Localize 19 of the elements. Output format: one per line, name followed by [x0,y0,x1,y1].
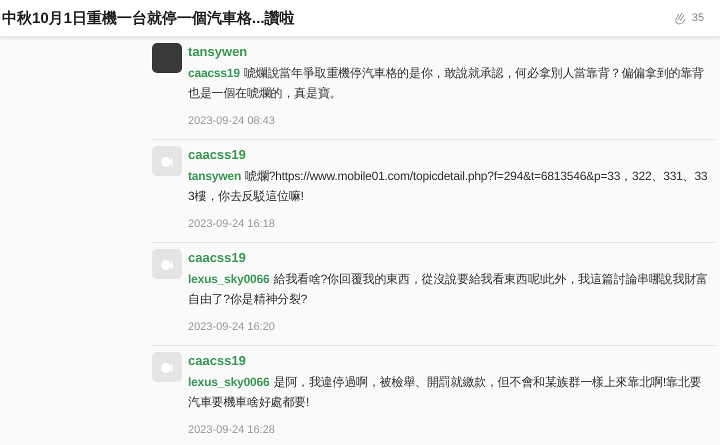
comment-text: lexus_sky0066 給我看啥?你回覆我的東西，從沒說要給我看東西呢!此外，我這篇討論串哪說我財富自由了?你是精神分裂? [188,271,709,308]
comment-author[interactable]: caacss19 [188,250,712,265]
clap-count: 35 [692,12,704,24]
avatar-photo-placeholder [152,43,182,73]
avatar-icon [160,154,174,168]
comment-text: tansywen 唬爛?https://www.mobile01.com/topicdetail.php?f=294&t=6813546&p=33，322、331、333樓，你去反駁這位嘛! [188,168,708,205]
comment-author[interactable]: caacss19 [188,147,712,162]
comment-author[interactable]: caacss19 [188,353,712,368]
comment-time: 2023-09-24 16:20 [188,321,276,333]
thread-title: 中秋10月1日重機一台就停一個汽車格...讚啦 [2,8,295,28]
comment-text: lexus_sky0066 是阿，我違停過啊，被檢舉、開罰就繳款，但不會和某族群一樣上來靠北啊!靠北要汽車要機車啥好處都要! [188,374,702,411]
clapping-hands-icon[interactable] [672,11,687,25]
comment-time: 2023-09-24 16:18 [188,218,276,230]
comment-time: 2023-09-24 16:28 [188,424,276,436]
comment-time: 2023-09-24 08:43 [188,115,276,127]
avatar-icon [160,360,174,374]
avatar-icon [160,257,174,271]
comment-text: caacss19 唬爛說當年爭取重機停汽車格的是你，敢說就承認，何必拿別人當靠背？偏偏拿到的靠背也是一個在唬爛的，真是寶。 [188,65,705,102]
comment-author[interactable]: tansywen [188,44,712,59]
